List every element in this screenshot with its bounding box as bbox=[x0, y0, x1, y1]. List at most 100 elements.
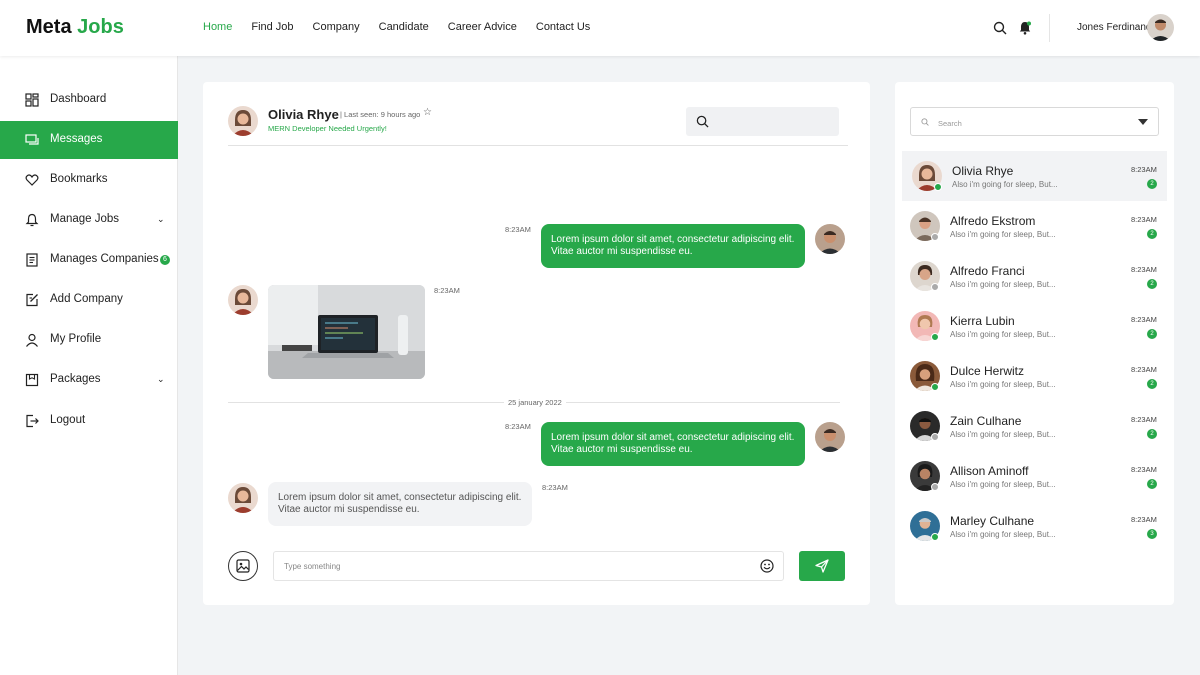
contact-name: Olivia Rhye bbox=[952, 164, 1014, 178]
image-icon bbox=[236, 559, 250, 573]
nav-career-advice[interactable]: Career Advice bbox=[448, 21, 517, 33]
sidebar-item-messages[interactable]: Messages bbox=[0, 121, 178, 159]
contact-avatar bbox=[228, 483, 258, 513]
my-avatar-image bbox=[819, 231, 841, 254]
message-input-placeholder: Type something bbox=[284, 562, 341, 571]
chat-contact-name: Olivia Rhye bbox=[268, 107, 339, 122]
my-avatar bbox=[815, 422, 845, 452]
emoji-icon[interactable] bbox=[760, 559, 774, 573]
contact-avatar bbox=[228, 285, 258, 315]
dashboard-icon bbox=[25, 93, 39, 107]
sidebar-item-label: Packages bbox=[50, 373, 101, 385]
sidebar-item-label: Bookmarks bbox=[50, 173, 108, 185]
unread-count-badge: 2 bbox=[1147, 429, 1157, 439]
unread-count-badge: 2 bbox=[1147, 229, 1157, 239]
sidebar-item-manage-jobs[interactable]: Manage Jobs ⌄ bbox=[0, 201, 178, 239]
sidebar-item-add-company[interactable]: Add Company bbox=[0, 281, 178, 319]
contact-search-input[interactable]: Search bbox=[910, 107, 1159, 136]
sidebar-item-logout[interactable]: Logout bbox=[0, 402, 178, 440]
laptop-photo bbox=[268, 285, 425, 379]
chat-contact-avatar[interactable] bbox=[228, 106, 258, 136]
contact-item-alfredo-franci[interactable]: Alfredo Franci Also i'm going for sleep,… bbox=[902, 251, 1167, 301]
message-time: 8:23AM bbox=[434, 286, 460, 295]
brand-name-part1: Meta bbox=[26, 16, 72, 38]
sidebar-item-dashboard[interactable]: Dashboard bbox=[0, 81, 178, 119]
contact-preview: Also i'm going for sleep, But... bbox=[950, 330, 1056, 339]
contact-item-olivia-rhye[interactable]: Olivia Rhye Also i'm going for sleep, Bu… bbox=[902, 151, 1167, 201]
offline-status-dot bbox=[931, 433, 939, 441]
unread-count-badge: 2 bbox=[1147, 479, 1157, 489]
search-icon[interactable] bbox=[992, 20, 1008, 36]
nav-company[interactable]: Company bbox=[313, 21, 360, 33]
edit-icon bbox=[26, 293, 38, 307]
notification-bell-icon[interactable] bbox=[1017, 20, 1033, 36]
sidebar-item-my-profile[interactable]: My Profile bbox=[0, 321, 178, 359]
logout-icon bbox=[26, 414, 39, 428]
sidebar: Dashboard Messages Bookmarks Manage Jobs… bbox=[0, 56, 178, 675]
chevron-down-icon: ⌄ bbox=[157, 374, 165, 384]
shared-image[interactable] bbox=[268, 285, 425, 379]
contact-item-alfredo-ekstrom[interactable]: Alfredo Ekstrom Also i'm going for sleep… bbox=[902, 201, 1167, 251]
contact-item-allison-aminoff[interactable]: Allison Aminoff Also i'm going for sleep… bbox=[902, 451, 1167, 501]
last-seen-text: | Last seen: 9 hours ago bbox=[340, 110, 421, 119]
contact-time: 8:23AM bbox=[1131, 315, 1157, 324]
chat-contact-avatar-image bbox=[232, 110, 254, 136]
main-nav: Home Find Job Company Candidate Career A… bbox=[203, 21, 590, 33]
nav-home[interactable]: Home bbox=[203, 21, 232, 33]
contact-name: Alfredo Franci bbox=[950, 264, 1025, 278]
nav-contact-us[interactable]: Contact Us bbox=[536, 21, 590, 33]
my-avatar bbox=[815, 224, 845, 254]
nav-candidate[interactable]: Candidate bbox=[379, 21, 429, 33]
nav-find-job[interactable]: Find Job bbox=[251, 21, 293, 33]
send-icon bbox=[815, 559, 829, 573]
contact-time: 8:23AM bbox=[1131, 265, 1157, 274]
message-input[interactable]: Type something bbox=[273, 551, 784, 581]
contact-preview: Also i'm going for sleep, But... bbox=[950, 530, 1056, 539]
contact-time: 8:23AM bbox=[1131, 365, 1157, 374]
online-status-dot bbox=[934, 183, 942, 191]
unread-count-badge: 3 bbox=[1147, 529, 1157, 539]
star-icon[interactable]: ☆ bbox=[423, 107, 432, 118]
online-status-dot bbox=[931, 333, 939, 341]
my-avatar-image bbox=[819, 429, 841, 452]
attach-image-button[interactable] bbox=[228, 551, 258, 581]
contacts-panel: Search Olivia Rhye Also i'm going for sl… bbox=[895, 82, 1174, 605]
contact-name: Zain Culhane bbox=[950, 414, 1022, 428]
dropdown-caret-icon[interactable] bbox=[1138, 119, 1148, 126]
contact-name: Allison Aminoff bbox=[950, 464, 1029, 478]
contact-avatar-image bbox=[232, 487, 254, 513]
unread-count-badge: 2 bbox=[1147, 379, 1157, 389]
online-status-dot bbox=[931, 383, 939, 391]
contact-name: Alfredo Ekstrom bbox=[950, 214, 1036, 228]
user-name[interactable]: Jones Ferdinand bbox=[1077, 22, 1152, 33]
outgoing-message: Lorem ipsum dolor sit amet, consectetur … bbox=[541, 422, 805, 466]
sidebar-item-label: Messages bbox=[50, 133, 103, 145]
user-avatar[interactable] bbox=[1147, 14, 1174, 41]
contact-item-kierra-lubin[interactable]: Kierra Lubin Also i'm going for sleep, B… bbox=[902, 301, 1167, 351]
chat-search-button[interactable] bbox=[686, 107, 839, 136]
chat-header-divider bbox=[228, 145, 848, 146]
sidebar-item-bookmarks[interactable]: Bookmarks bbox=[0, 161, 178, 199]
send-button[interactable] bbox=[799, 551, 845, 581]
sidebar-item-packages[interactable]: Packages ⌄ bbox=[0, 361, 178, 399]
incoming-message: Lorem ipsum dolor sit amet, consectetur … bbox=[268, 482, 532, 526]
header-divider bbox=[1049, 14, 1050, 42]
contact-name: Marley Culhane bbox=[950, 514, 1035, 528]
brand-logo[interactable]: Meta Jobs bbox=[26, 16, 124, 39]
message-icon bbox=[25, 134, 39, 145]
contact-preview: Also i'm going for sleep, But... bbox=[952, 180, 1058, 189]
contact-avatar-image bbox=[232, 289, 254, 315]
contact-preview: Also i'm going for sleep, But... bbox=[950, 280, 1056, 289]
contact-name: Dulce Herwitz bbox=[950, 364, 1025, 378]
sidebar-item-manages-companies[interactable]: Manages Companies 6 bbox=[0, 241, 178, 279]
outgoing-message: Lorem ipsum dolor sit amet, consectetur … bbox=[541, 224, 805, 268]
search-icon bbox=[696, 115, 709, 128]
contact-item-zain-culhane[interactable]: Zain Culhane Also i'm going for sleep, B… bbox=[902, 401, 1167, 451]
sidebar-item-label: My Profile bbox=[50, 333, 102, 345]
unread-count-badge: 2 bbox=[1147, 179, 1157, 189]
contact-item-marley-culhane[interactable]: Marley Culhane Also i'm going for sleep,… bbox=[902, 501, 1167, 551]
contact-item-dulce-herwitz[interactable]: Dulce Herwitz Also i'm going for sleep, … bbox=[902, 351, 1167, 401]
date-divider: 25 january 2022 bbox=[504, 398, 566, 407]
contact-time: 8:23AM bbox=[1131, 465, 1157, 474]
brand-name-part2: Jobs bbox=[77, 16, 124, 38]
